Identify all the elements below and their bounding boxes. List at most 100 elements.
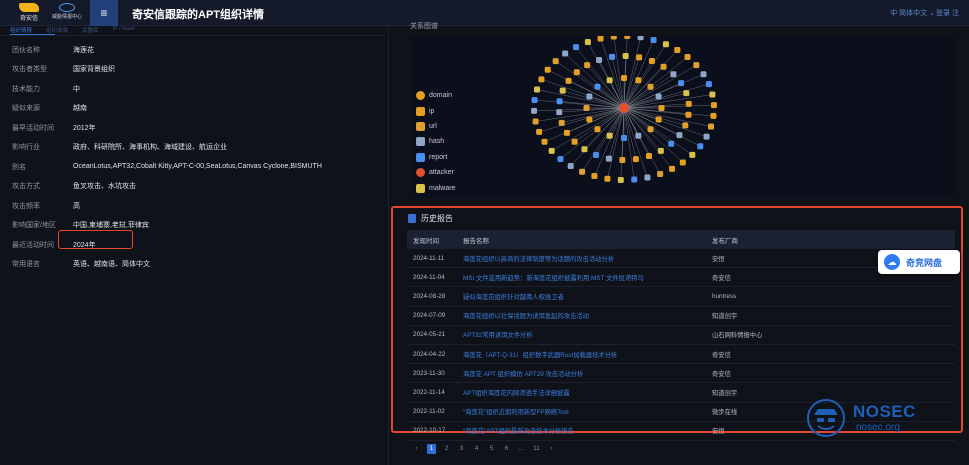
page-4-button[interactable]: 4 (472, 444, 481, 454)
report-link[interactable]: 海莲花组织以社保话题为诱饵发起的攻击活动 (455, 311, 704, 320)
tab-arsenal[interactable]: 武器库 (82, 26, 99, 34)
graph-node[interactable] (583, 105, 590, 111)
graph-node[interactable] (556, 98, 563, 105)
graph-node[interactable] (594, 126, 601, 133)
graph-node[interactable] (541, 138, 548, 145)
report-link[interactable]: 疑似海莲花组织针对越南人权维卫者 (455, 292, 704, 301)
prev-page-button[interactable]: ‹ (412, 444, 421, 454)
login-link[interactable]: 登录 注 (936, 8, 959, 18)
graph-node[interactable] (682, 122, 689, 129)
graph-node[interactable] (674, 46, 681, 53)
graph-node[interactable] (584, 39, 591, 46)
graph-node[interactable] (676, 132, 683, 139)
graph-node[interactable] (685, 100, 692, 107)
graph-node[interactable] (709, 91, 716, 98)
graph-node[interactable] (532, 118, 539, 125)
cloud-drive-button[interactable]: ☁ 奇竞网盘 (878, 250, 960, 274)
graph-node[interactable] (632, 156, 639, 163)
graph-node[interactable] (604, 175, 611, 182)
graph-node[interactable] (572, 44, 579, 51)
graph-node[interactable] (637, 36, 644, 41)
report-link[interactable]: “海莲花”组织近期利用新型FP网络Tool (455, 407, 704, 416)
graph-node[interactable] (678, 80, 685, 87)
graph-node[interactable] (700, 71, 707, 78)
graph-node[interactable] (647, 126, 654, 133)
legend-item-malware[interactable]: malware (416, 180, 455, 195)
graph-node[interactable] (538, 76, 545, 83)
relationship-graph[interactable] (410, 36, 954, 198)
language-selector[interactable]: 中 简体中文 ⌄ (890, 8, 935, 18)
graph-node[interactable] (648, 58, 655, 65)
graph-node[interactable] (693, 62, 700, 69)
graph-node[interactable] (609, 53, 616, 60)
graph-node[interactable] (657, 170, 664, 177)
report-link[interactable]: “海莲花”APT组织最新攻击技术分析报告 (455, 426, 704, 435)
graph-node[interactable] (579, 168, 586, 175)
graph-node[interactable] (586, 93, 593, 100)
graph-node[interactable] (622, 53, 629, 60)
qianxin-logo[interactable]: 奇安信 (12, 3, 46, 23)
graph-node[interactable] (593, 151, 600, 158)
page-5-button[interactable]: 5 (487, 444, 496, 454)
graph-node[interactable] (562, 50, 569, 57)
graph-node[interactable] (556, 109, 563, 116)
graph-node[interactable] (597, 36, 604, 42)
graph-node[interactable] (544, 66, 551, 73)
graph-node[interactable] (697, 143, 704, 150)
report-link[interactable]: 海莲花组织以高商的法律制度等为话题的攻击活动分析 (455, 254, 704, 263)
graph-node[interactable] (624, 36, 631, 40)
graph-node[interactable] (660, 63, 667, 70)
graph-node[interactable] (644, 174, 651, 181)
graph-node[interactable] (670, 71, 677, 78)
legend-item-hash[interactable]: hash (416, 134, 455, 149)
graph-node[interactable] (617, 176, 624, 183)
graph-node[interactable] (669, 165, 676, 172)
tab-ioc[interactable]: IP / Hash (113, 26, 136, 34)
graph-node[interactable] (655, 93, 662, 100)
graph-node[interactable] (606, 132, 613, 139)
report-link[interactable]: 海莲花（APT-Q-31）组织数字武器Rust加载器技术分析 (455, 350, 704, 359)
graph-node[interactable] (662, 41, 669, 48)
graph-node[interactable] (596, 56, 603, 63)
graph-node[interactable] (567, 163, 574, 170)
graph-node[interactable] (658, 105, 665, 111)
report-link[interactable]: MSI 文件滥用新趋势：新海莲花组织披露利用 MST 文件投递特马 (455, 273, 704, 282)
graph-node[interactable] (565, 77, 572, 84)
graph-node[interactable] (534, 86, 541, 93)
graph-node[interactable] (689, 151, 696, 158)
graph-node[interactable] (707, 123, 714, 130)
attacker-center-node[interactable] (619, 103, 629, 113)
graph-node[interactable] (619, 156, 626, 163)
graph-node[interactable] (548, 147, 555, 154)
graph-node[interactable] (647, 83, 654, 90)
legend-item-ip[interactable]: ip (416, 103, 455, 118)
graph-node[interactable] (621, 75, 627, 81)
graph-node[interactable] (581, 146, 588, 153)
legend-item-url[interactable]: url (416, 119, 455, 134)
page-ellipsis[interactable]: ... (517, 444, 526, 454)
graph-node[interactable] (710, 112, 717, 119)
graph-node[interactable] (710, 102, 717, 109)
graph-node[interactable] (631, 176, 638, 183)
relationship-graph-canvas[interactable] (410, 36, 954, 198)
graph-node[interactable] (683, 90, 690, 97)
next-page-button[interactable]: › (547, 444, 556, 454)
graph-node[interactable] (679, 159, 686, 166)
graph-node[interactable] (536, 128, 543, 135)
graph-node[interactable] (558, 119, 565, 126)
report-link[interactable]: APT组织海莲花内网渗透手法详细披露 (455, 388, 704, 397)
graph-node[interactable] (635, 132, 642, 139)
graph-node[interactable] (531, 107, 538, 114)
graph-node[interactable] (650, 36, 657, 43)
graph-node[interactable] (605, 155, 612, 162)
threat-intel-center-logo[interactable]: 威胁情报中心 (48, 3, 86, 23)
tab-profile[interactable]: 组织画像 (46, 26, 68, 34)
graph-node[interactable] (586, 116, 593, 123)
report-link[interactable]: APT32常用诱饵文件分析 (455, 330, 704, 339)
graph-node[interactable] (552, 58, 559, 65)
graph-node[interactable] (621, 135, 627, 141)
graph-node[interactable] (645, 153, 652, 160)
page-1-button[interactable]: 1 (427, 444, 436, 454)
graph-node[interactable] (557, 156, 564, 163)
graph-node[interactable] (559, 87, 566, 94)
